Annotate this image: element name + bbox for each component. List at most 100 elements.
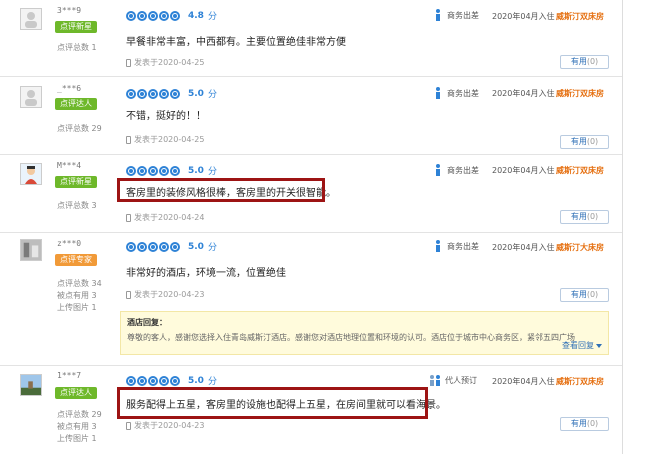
rating-dot-icon — [126, 88, 136, 99]
reviewer-name[interactable]: _***6 — [57, 84, 81, 93]
rating-dot-icon — [159, 10, 169, 21]
mobile-icon — [126, 290, 131, 299]
hotel-reply: 酒店回复： 尊敬的客人，感谢您选择入住青岛威斯汀酒店。感谢您对酒店地理位置和环境… — [120, 311, 609, 355]
post-date: 发表于2020-04-24 — [126, 212, 205, 223]
useful-count: (0) — [586, 290, 599, 299]
stay-date: 2020年04月入住 — [492, 243, 555, 252]
rating-dot-icon — [159, 165, 169, 176]
rating-score: 5.0 — [188, 165, 204, 176]
reviewer-level-badge: 点评新星 — [55, 21, 97, 33]
post-date: 发表于2020-04-25 — [126, 57, 205, 68]
rating-score: 5.0 — [188, 241, 204, 252]
reviewer-stats: 点评总数 29 — [57, 123, 102, 135]
chevron-down-icon — [596, 343, 602, 348]
useful-button[interactable]: 有用(0) — [560, 288, 609, 302]
rating-dot-icon — [148, 10, 158, 21]
reviewer-stats: 点评总数 1 — [57, 42, 97, 54]
useful-button[interactable]: 有用(0) — [560, 210, 609, 224]
room-type[interactable]: 威斯汀大床房 — [556, 242, 604, 253]
rating-dot-icon — [148, 88, 158, 99]
stat-photo-count: 上传图片 1 — [57, 434, 97, 443]
trip-type-label: 代人预订 — [445, 375, 477, 385]
post-date-label: 发表于2020-04-24 — [134, 213, 205, 222]
rating-unit: 分 — [207, 243, 217, 253]
rating: 5.0 分 — [126, 164, 217, 177]
reviewer-stats: 点评总数 34 被点有用 3 上传图片 1 — [57, 278, 102, 314]
rating-dot-icon — [148, 241, 158, 252]
useful-button[interactable]: 有用(0) — [560, 417, 609, 431]
reviewer-stats: 点评总数 29 被点有用 3 上传图片 1 — [57, 409, 102, 445]
business-trip-icon — [436, 164, 440, 176]
rating-unit: 分 — [207, 90, 217, 100]
room-type[interactable]: 威斯汀双床房 — [556, 88, 604, 99]
room-type[interactable]: 威斯汀双床房 — [556, 165, 604, 176]
rating-dot-icon — [126, 375, 136, 386]
reviewer-level-badge: 点评新星 — [55, 176, 97, 188]
rating-unit: 分 — [207, 377, 217, 387]
review-item: _***6 点评达人 点评总数 29 5.0 分 商务出差 2020年04月入住… — [0, 77, 622, 155]
rating: 4.8 分 — [126, 9, 217, 22]
mobile-icon — [126, 135, 131, 144]
avatar[interactable] — [20, 163, 42, 185]
useful-button[interactable]: 有用(0) — [560, 135, 609, 149]
stat-review-count: 点评总数 29 — [57, 124, 102, 133]
stay-date: 2020年04月入住 — [492, 12, 555, 21]
avatar[interactable] — [20, 86, 42, 108]
stat-review-count: 点评总数 34 — [57, 279, 102, 288]
stay-date: 2020年04月入住 — [492, 166, 555, 175]
rating-dot-icon — [159, 241, 169, 252]
review-text: 非常好的酒店，环境一流，位置绝佳 — [126, 268, 286, 279]
trip-type-label: 商务出差 — [447, 10, 479, 20]
rating-dot-icon — [126, 10, 136, 21]
rating-dot-icon — [170, 375, 180, 386]
reviewer-name[interactable]: 3***9 — [57, 6, 81, 15]
rating-dot-icon — [170, 88, 180, 99]
rating-dot-icon — [148, 165, 158, 176]
trip-type-label: 商务出差 — [447, 88, 479, 98]
mobile-icon — [126, 213, 131, 222]
rating-score: 5.0 — [188, 88, 204, 99]
stat-review-count: 点评总数 1 — [57, 43, 97, 52]
trip-type: 商务出差 — [432, 9, 479, 21]
rating-dot-icon — [170, 10, 180, 21]
avatar[interactable] — [20, 8, 42, 30]
post-date-label: 发表于2020-04-23 — [134, 421, 205, 430]
stay-date: 2020年04月入住 — [492, 89, 555, 98]
reviewer-level-badge: 点评达人 — [55, 387, 97, 399]
rating-dot-icon — [137, 375, 147, 386]
post-date: 发表于2020-04-25 — [126, 134, 205, 145]
rating-unit: 分 — [207, 167, 217, 177]
useful-count: (0) — [586, 57, 599, 66]
post-date: 发表于2020-04-23 — [126, 420, 205, 431]
proxy-booking-icon — [430, 375, 440, 386]
rating-dot-icon — [159, 375, 169, 386]
stay-date: 2020年04月入住 — [492, 377, 555, 386]
review-text: 早餐非常丰富，中西都有。主要位置绝佳非常方便 — [126, 37, 346, 48]
business-trip-icon — [436, 240, 440, 252]
trip-type-label: 商务出差 — [447, 165, 479, 175]
useful-button[interactable]: 有用(0) — [560, 55, 609, 69]
room-type[interactable]: 威斯汀双床房 — [556, 11, 604, 22]
stat-review-count: 点评总数 3 — [57, 201, 97, 210]
post-date-label: 发表于2020-04-23 — [134, 290, 205, 299]
room-type[interactable]: 威斯汀双床房 — [556, 376, 604, 387]
highlight-box — [117, 178, 325, 202]
trip-type: 代人预订 — [428, 374, 477, 386]
mobile-icon — [126, 58, 131, 67]
rating-unit: 分 — [207, 12, 217, 22]
reviewer-name[interactable]: z***0 — [57, 239, 81, 248]
rating-dot-icon — [159, 88, 169, 99]
reviewer-name[interactable]: M***4 — [57, 161, 81, 170]
mobile-icon — [126, 421, 131, 430]
rating-dot-icon — [137, 10, 147, 21]
reply-title: 酒店回复： — [127, 318, 167, 327]
view-reply-link[interactable]: 查看回复 — [562, 340, 602, 351]
post-date-label: 发表于2020-04-25 — [134, 135, 205, 144]
reviewer-name[interactable]: 1***7 — [57, 371, 81, 380]
avatar[interactable] — [20, 374, 42, 396]
rating-dot-icon — [126, 165, 136, 176]
avatar[interactable] — [20, 239, 42, 261]
business-trip-icon — [436, 9, 440, 21]
highlight-box — [117, 387, 428, 419]
rating-dot-icon — [170, 165, 180, 176]
